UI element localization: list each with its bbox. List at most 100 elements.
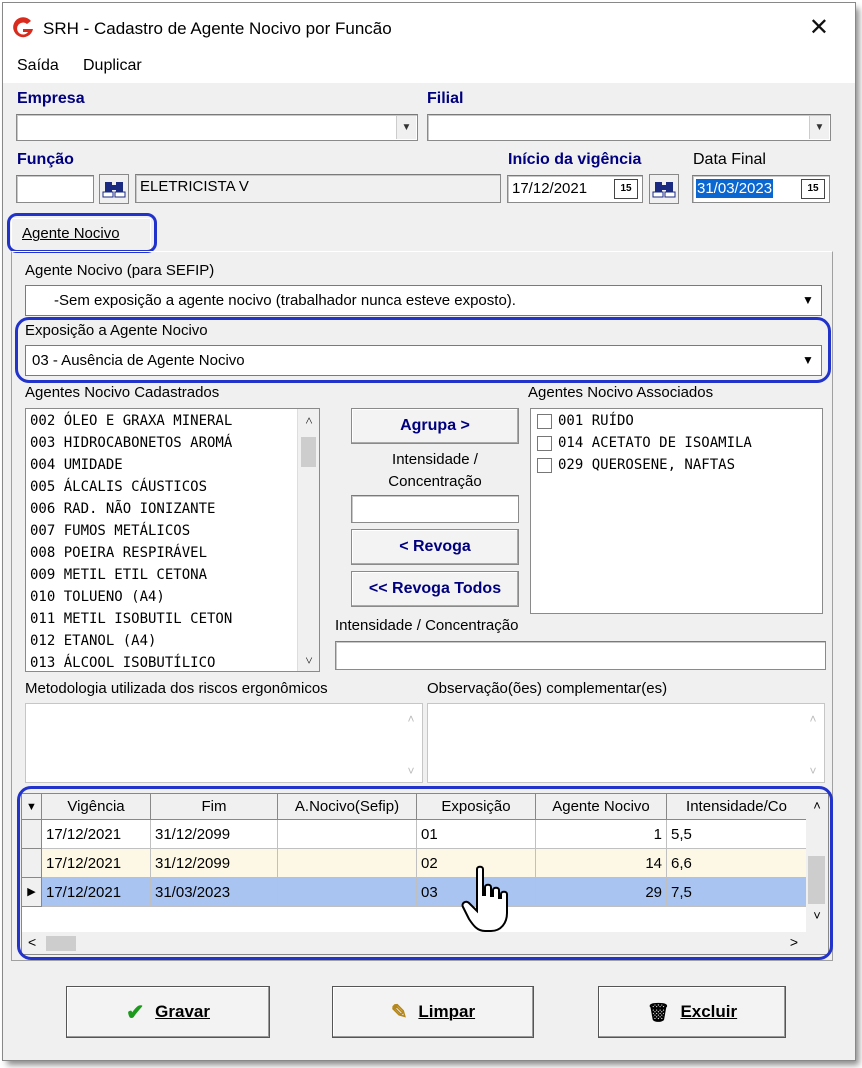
observacao-textarea[interactable]: ˄ ˅ bbox=[427, 703, 825, 783]
menu-duplicar[interactable]: Duplicar bbox=[83, 57, 142, 75]
list-item[interactable]: 009 METIL ETIL CETONA bbox=[30, 567, 207, 583]
scroll-down-icon[interactable]: ˅ bbox=[802, 764, 824, 778]
scroll-up-icon[interactable]: ˄ bbox=[802, 712, 824, 726]
table-cell[interactable]: 6,6 bbox=[667, 849, 807, 878]
scroll-up-icon[interactable]: ˄ bbox=[298, 413, 319, 429]
table-cell[interactable]: 17/12/2021 bbox=[42, 820, 151, 849]
current-row-arrow-icon[interactable]: ▶ bbox=[22, 878, 42, 907]
scroll-down-icon[interactable]: ˅ bbox=[298, 653, 319, 669]
memo-scrollbar[interactable]: ˄ ˅ bbox=[400, 704, 422, 782]
table-cell[interactable]: 01 bbox=[417, 820, 536, 849]
row-indicator[interactable] bbox=[22, 820, 42, 849]
grid-hscrollbar[interactable]: < > bbox=[22, 932, 828, 954]
table-cell[interactable]: 1 bbox=[536, 820, 667, 849]
cadastrados-listbox[interactable]: 002 ÓLEO E GRAXA MINERAL 003 HIDROCABONE… bbox=[25, 408, 320, 672]
scroll-left-icon[interactable]: < bbox=[28, 934, 36, 950]
revoga-todos-button[interactable]: << Revoga Todos bbox=[351, 571, 519, 607]
table-cell[interactable]: 17/12/2021 bbox=[42, 849, 151, 878]
sefip-value: -Sem exposição a agente nocivo (trabalha… bbox=[54, 292, 516, 309]
list-item[interactable]: 013 ÁLCOOL ISOBUTÍLICO bbox=[30, 655, 215, 671]
column-header[interactable]: Fim bbox=[151, 794, 278, 820]
checkbox[interactable] bbox=[537, 435, 552, 451]
list-item[interactable]: 005 ÁLCALIS CÁUSTICOS bbox=[30, 479, 207, 495]
scroll-thumb[interactable] bbox=[301, 437, 316, 467]
list-item[interactable]: 001 RUÍDO bbox=[537, 413, 634, 429]
table-cell[interactable]: 17/12/2021 bbox=[42, 878, 151, 907]
scroll-up-icon[interactable]: ˄ bbox=[400, 712, 422, 726]
list-item[interactable]: 008 POEIRA RESPIRÁVEL bbox=[30, 545, 207, 561]
tab-agente-nocivo[interactable]: Agente Nocivo bbox=[11, 218, 151, 252]
scroll-down-icon[interactable]: ˅ bbox=[806, 908, 828, 923]
table-cell[interactable]: 31/03/2023 bbox=[151, 878, 278, 907]
checkbox[interactable] bbox=[537, 457, 552, 473]
agrupa-button[interactable]: Agrupa > bbox=[351, 408, 519, 444]
limpar-button[interactable]: ✎ Limpar bbox=[332, 986, 534, 1038]
scroll-up-icon[interactable]: ˄ bbox=[806, 798, 828, 813]
search-binoculars-icon[interactable] bbox=[649, 174, 679, 204]
intensidade-concentracao-input[interactable] bbox=[335, 641, 826, 670]
calendar-icon[interactable]: 15 bbox=[801, 179, 825, 199]
data-final-input[interactable]: 31/03/2023 15 bbox=[692, 175, 830, 203]
row-indicator[interactable] bbox=[22, 849, 42, 878]
column-header[interactable]: Exposição bbox=[417, 794, 536, 820]
list-item[interactable]: 007 FUMOS METÁLICOS bbox=[30, 523, 190, 539]
metodologia-textarea[interactable]: ˄ ˅ bbox=[25, 703, 423, 783]
revoga-button[interactable]: < Revoga bbox=[351, 529, 519, 565]
table-cell[interactable]: 7,5 bbox=[667, 878, 807, 907]
observacao-label: Observação(ões) complementar(es) bbox=[427, 680, 668, 697]
chevron-down-icon[interactable]: ▼ bbox=[799, 290, 817, 310]
search-binoculars-icon[interactable] bbox=[99, 174, 129, 204]
calendar-icon[interactable]: 15 bbox=[614, 179, 638, 199]
table-cell[interactable] bbox=[278, 878, 417, 907]
funcao-name-field: ELETRICISTA V bbox=[135, 174, 501, 203]
chevron-down-icon[interactable]: ▼ bbox=[799, 350, 817, 370]
gravar-button[interactable]: ✔ Gravar bbox=[66, 986, 270, 1038]
inicio-vigencia-input[interactable]: 17/12/2021 15 bbox=[507, 175, 643, 203]
list-item[interactable]: 011 METIL ISOBUTIL CETON bbox=[30, 611, 232, 627]
list-item[interactable]: 014 ACETATO DE ISOAMILA bbox=[537, 435, 752, 451]
column-header[interactable]: A.Nocivo(Sefip) bbox=[278, 794, 417, 820]
cadastrados-scrollbar[interactable]: ˄ ˅ bbox=[297, 409, 319, 671]
menu-saida[interactable]: Saída bbox=[17, 57, 59, 75]
chevron-down-icon[interactable]: ▼ bbox=[809, 116, 829, 139]
table-cell[interactable]: 31/12/2099 bbox=[151, 849, 278, 878]
chevron-down-icon[interactable]: ▼ bbox=[396, 116, 416, 139]
list-item[interactable]: 004 UMIDADE bbox=[30, 457, 123, 473]
table-cell[interactable]: 29 bbox=[536, 878, 667, 907]
inicio-vigencia-value: 17/12/2021 bbox=[512, 180, 588, 197]
table-cell[interactable]: 14 bbox=[536, 849, 667, 878]
hand-cursor-icon bbox=[461, 865, 508, 932]
list-item[interactable]: 012 ETANOL (A4) bbox=[30, 633, 156, 649]
grid-vscrollbar[interactable]: ˄ ˅ bbox=[806, 794, 828, 932]
sefip-dropdown[interactable]: -Sem exposição a agente nocivo (trabalha… bbox=[25, 285, 822, 316]
column-header[interactable]: Agente Nocivo bbox=[536, 794, 667, 820]
list-item[interactable]: 006 RAD. NÃO IONIZANTE bbox=[30, 501, 215, 517]
table-cell[interactable]: 5,5 bbox=[667, 820, 807, 849]
scroll-thumb[interactable] bbox=[808, 856, 825, 904]
filial-combo[interactable]: ▼ bbox=[427, 114, 831, 141]
associados-listbox[interactable]: 001 RUÍDO 014 ACETATO DE ISOAMILA 029 QU… bbox=[530, 408, 823, 614]
table-cell[interactable]: 31/12/2099 bbox=[151, 820, 278, 849]
scroll-thumb[interactable] bbox=[46, 936, 76, 951]
history-grid[interactable]: ▼ Vigência Fim A.Nocivo(Sefip) Exposição… bbox=[21, 793, 829, 955]
scroll-down-icon[interactable]: ˅ bbox=[400, 764, 422, 778]
close-icon[interactable]: ✕ bbox=[809, 13, 829, 42]
column-header[interactable]: Vigência bbox=[42, 794, 151, 820]
checkbox[interactable] bbox=[537, 413, 552, 429]
funcao-code-input[interactable] bbox=[16, 175, 94, 203]
scroll-right-icon[interactable]: > bbox=[790, 934, 798, 950]
list-item[interactable]: 029 QUEROSENE, NAFTAS bbox=[537, 457, 735, 473]
column-header[interactable]: Intensidade/Co bbox=[667, 794, 807, 820]
excluir-label: Excluir bbox=[680, 1002, 738, 1021]
table-cell[interactable] bbox=[278, 820, 417, 849]
exposicao-dropdown[interactable]: 03 - Ausência de Agente Nocivo ▼ bbox=[25, 345, 822, 376]
associado-label: 029 QUEROSENE, NAFTAS bbox=[558, 457, 736, 473]
excluir-button[interactable]: 🗑 Excluir bbox=[598, 986, 786, 1038]
empresa-combo[interactable]: ▼ bbox=[16, 114, 418, 141]
memo-scrollbar[interactable]: ˄ ˅ bbox=[802, 704, 824, 782]
intensidade-input[interactable] bbox=[351, 495, 519, 523]
table-cell[interactable] bbox=[278, 849, 417, 878]
list-item[interactable]: 002 ÓLEO E GRAXA MINERAL bbox=[30, 413, 232, 429]
list-item[interactable]: 003 HIDROCABONETOS AROMÁ bbox=[30, 435, 232, 451]
list-item[interactable]: 010 TOLUENO (A4) bbox=[30, 589, 165, 605]
